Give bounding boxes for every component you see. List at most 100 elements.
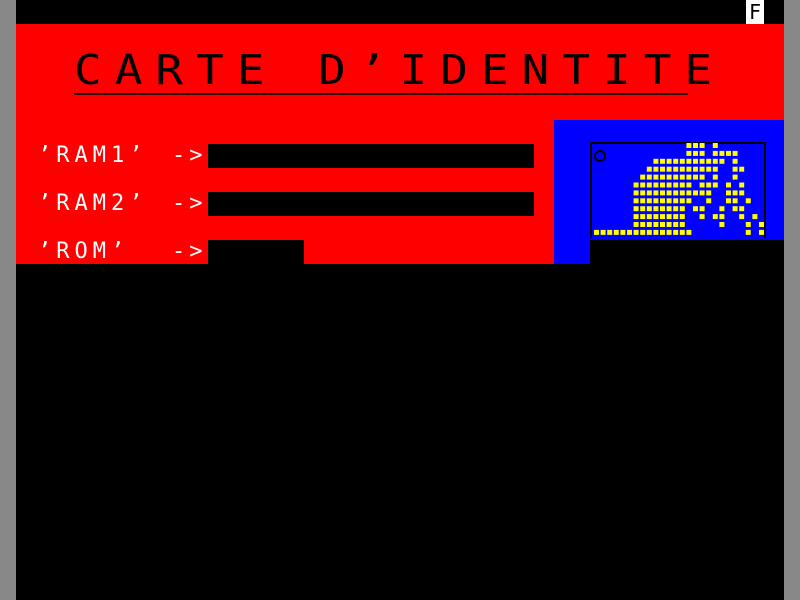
logo-dot: [693, 206, 698, 212]
logo-dot: [679, 182, 685, 188]
logo-dot: [673, 182, 679, 188]
logo-dot: [759, 222, 764, 227]
logo-dot: [752, 214, 758, 220]
logo-dot: [633, 182, 639, 188]
logo-dot: [613, 229, 619, 235]
logo-dot: [679, 198, 685, 204]
logo-dot: [732, 166, 738, 172]
logo-dot: [712, 143, 718, 148]
logo-dot: [653, 182, 659, 188]
logo-dot: [660, 206, 665, 212]
ram2-field[interactable]: [208, 192, 534, 216]
ram2-label: ’RAM2’: [38, 191, 148, 216]
logo-dot: [732, 158, 738, 164]
logo-dot: [646, 190, 652, 196]
logo-dot: [673, 158, 679, 164]
logo-dot: [660, 222, 665, 227]
logo-dot: [732, 198, 738, 204]
logo-dot: [712, 166, 718, 172]
logo-dot: [666, 206, 672, 212]
ram2-arrow: ->: [172, 191, 207, 216]
logo-dot: [699, 182, 705, 188]
logo-dot: [679, 229, 685, 235]
logo-dot: [679, 214, 685, 220]
logo-dot: [600, 229, 606, 235]
logo-dot: [686, 166, 692, 172]
logo-dot: [666, 182, 672, 188]
logo-dot: [633, 190, 639, 196]
logo-dot: [719, 158, 725, 164]
logo-dot: [706, 190, 712, 196]
logo-dot: [739, 166, 745, 172]
logo-dot: [686, 198, 692, 204]
logo-dot: [640, 198, 646, 204]
logo-dot: [719, 214, 725, 220]
logo-dot: [660, 158, 665, 164]
logo-dot: [633, 198, 639, 204]
logo-dot: [627, 229, 632, 235]
logo-dot: [673, 174, 679, 180]
logo-dot: [660, 166, 665, 172]
logo-dot: [679, 158, 685, 164]
logo-dot: [640, 190, 646, 196]
logo-dot: [693, 143, 698, 148]
logo-dot: [712, 158, 718, 164]
logo-dot: [653, 158, 659, 164]
logo-dot: [706, 182, 712, 188]
logo-dot: [666, 158, 672, 164]
logo-dot: [739, 206, 745, 212]
logo-dot: [646, 214, 652, 220]
logo-dot: [594, 229, 599, 235]
logo-dot: [679, 190, 685, 196]
ram1-label: ’RAM1’: [38, 143, 148, 168]
logo-dot: [693, 190, 698, 196]
logo-dot: [732, 190, 738, 196]
logo-dot: [706, 166, 712, 172]
logo-dot: [660, 182, 665, 188]
logo-dot: [745, 198, 751, 204]
logo-dot: [646, 229, 652, 235]
logo-dot: [660, 229, 665, 235]
logo-dot: [646, 174, 652, 180]
logo-dot: [620, 229, 626, 235]
logo-dot: [666, 229, 672, 235]
logo-dot: [660, 190, 665, 196]
logo-dot: [673, 190, 679, 196]
logo-dot: [686, 190, 692, 196]
logo-dot: [640, 182, 646, 188]
logo-dot: [633, 214, 639, 220]
left-screen-border: [0, 0, 16, 600]
logo-dot: [726, 182, 731, 188]
logo-dot: [699, 166, 705, 172]
logo-dot: [686, 158, 692, 164]
ram1-field[interactable]: [208, 144, 534, 168]
logo-dot: [712, 150, 718, 156]
logo-dot: [646, 198, 652, 204]
logo-dot: [679, 166, 685, 172]
logo-dot: [686, 229, 692, 235]
logo-dot: [633, 229, 639, 235]
logo-dot: [726, 198, 731, 204]
logo-dot: [666, 198, 672, 204]
logo-dot: [660, 198, 665, 204]
logo-dot: [712, 174, 718, 180]
logo-dot: [726, 190, 731, 196]
logo-dot: [739, 214, 745, 220]
logo-dot: [646, 222, 652, 227]
logo-dot: [699, 143, 705, 148]
page-title: CARTE D’IDENTITE: [74, 45, 726, 95]
logo-dot: [653, 229, 659, 235]
logo-dot: [653, 190, 659, 196]
ram1-arrow: ->: [172, 143, 207, 168]
logo-dot: [732, 150, 738, 156]
logo-dot: [699, 158, 705, 164]
right-screen-border: [784, 0, 800, 600]
logo-dot: [726, 150, 731, 156]
logo-panel-foot: [554, 240, 590, 264]
logo-dot: [699, 206, 705, 212]
rom-field[interactable]: [208, 240, 304, 264]
logo-dot: [732, 174, 738, 180]
logo-dot: [719, 150, 725, 156]
logo-dot: [706, 158, 712, 164]
logo-dot: [646, 166, 652, 172]
